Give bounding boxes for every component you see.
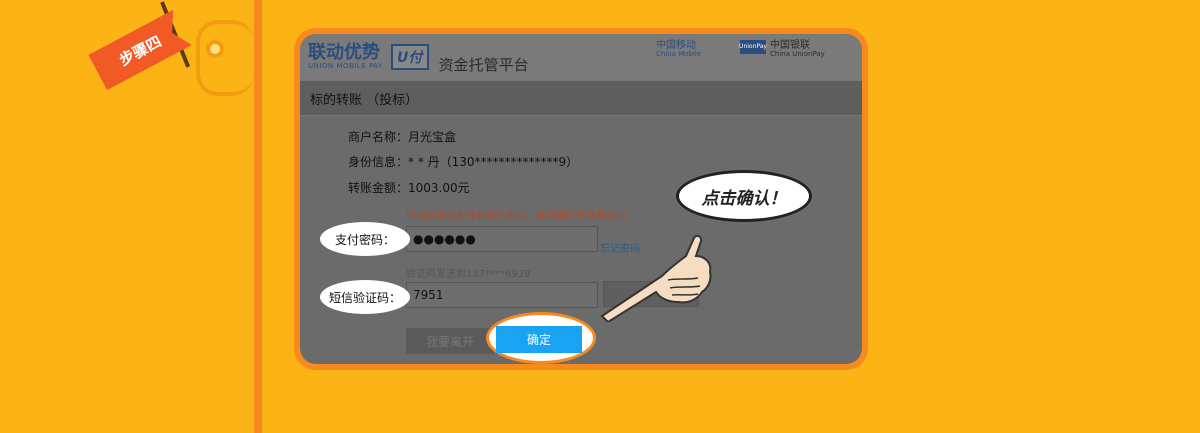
platform-title: 资金托管平台 — [438, 55, 529, 74]
mascot-eye-icon — [206, 40, 224, 58]
transfer-amount: 转账金额：1003.00元 — [348, 181, 470, 195]
sms-notice: 验证码发送到137****6939 — [406, 269, 531, 280]
step-flag: 步骤四 — [88, 10, 192, 90]
confirm-button[interactable]: 确定 — [496, 326, 582, 353]
sms-code-input[interactable]: 7951 — [406, 282, 598, 308]
password-input[interactable]: ●●●●●● — [406, 226, 598, 252]
vertical-divider — [254, 0, 262, 433]
password-label: 支付密码： — [334, 232, 395, 247]
password-label-oval: 支付密码： — [320, 222, 410, 256]
china-mobile-en: China Mobile — [656, 50, 702, 58]
union-mobile-pay-logo: 联动优势 UNION MOBILE PAY — [308, 42, 383, 71]
step-label: 步骤四 — [116, 31, 165, 69]
unionpay-logo: UnionPay 中国银联 China UnionPay — [739, 40, 825, 59]
china-mobile-logo: 中国移动 China Mobile — [656, 40, 701, 59]
callout-bubble: 点击确认！ — [676, 170, 812, 222]
unionpay-card-icon: UnionPay — [739, 40, 767, 54]
password-notice: 联动优势资金托管支付密码，非您银行卡交易密码 — [406, 211, 626, 222]
leave-button[interactable]: 我要离开 — [406, 328, 494, 354]
unionpay-en: China UnionPay — [770, 50, 825, 58]
pointing-hand-icon — [600, 234, 712, 322]
platform-header: 联动优势 UNION MOBILE PAY U付 资金托管平台 中国移动 Chi… — [300, 34, 862, 80]
sms-label-oval: 短信验证码： — [320, 280, 410, 314]
mascot-icon — [196, 20, 254, 96]
logo-en: UNION MOBILE PAY — [308, 62, 383, 70]
identity-info: 身份信息：* * 丹（130**************9） — [348, 155, 579, 169]
callout-text: 点击确认！ — [701, 188, 787, 209]
sms-label: 短信验证码： — [328, 290, 401, 305]
page-title: 标的转账 （投标） — [300, 80, 862, 116]
logo-cn: 联动优势 — [308, 42, 380, 63]
u-pay-badge: U付 — [390, 44, 429, 70]
merchant-name: 商户名称：月光宝盒 — [348, 130, 457, 144]
